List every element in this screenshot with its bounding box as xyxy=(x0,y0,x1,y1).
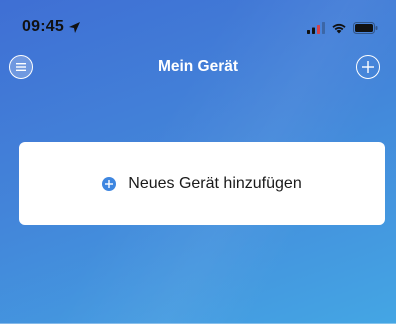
add-new-device-card[interactable]: Neues Gerät hinzufügen xyxy=(19,142,385,225)
status-bar: 09:45 xyxy=(0,14,396,40)
page-title: Mein Gerät xyxy=(157,58,239,75)
location-arrow-icon xyxy=(68,21,80,33)
app-screen: 09:45 Mein Gerät Neues Gerät hinzufügen xyxy=(0,0,396,324)
status-time-group: 09:45 xyxy=(22,18,81,36)
add-new-device-label: Neues Gerät hinzufügen xyxy=(128,174,302,192)
add-device-button[interactable] xyxy=(356,55,380,79)
status-time: 09:45 xyxy=(22,18,64,35)
navigation-bar: Mein Gerät xyxy=(0,50,396,84)
plus-icon xyxy=(362,61,374,73)
status-icons xyxy=(307,22,378,34)
wifi-icon xyxy=(332,23,346,34)
battery-icon xyxy=(353,22,378,34)
cellular-signal-icon xyxy=(307,22,325,34)
plus-circle-icon xyxy=(102,176,117,191)
